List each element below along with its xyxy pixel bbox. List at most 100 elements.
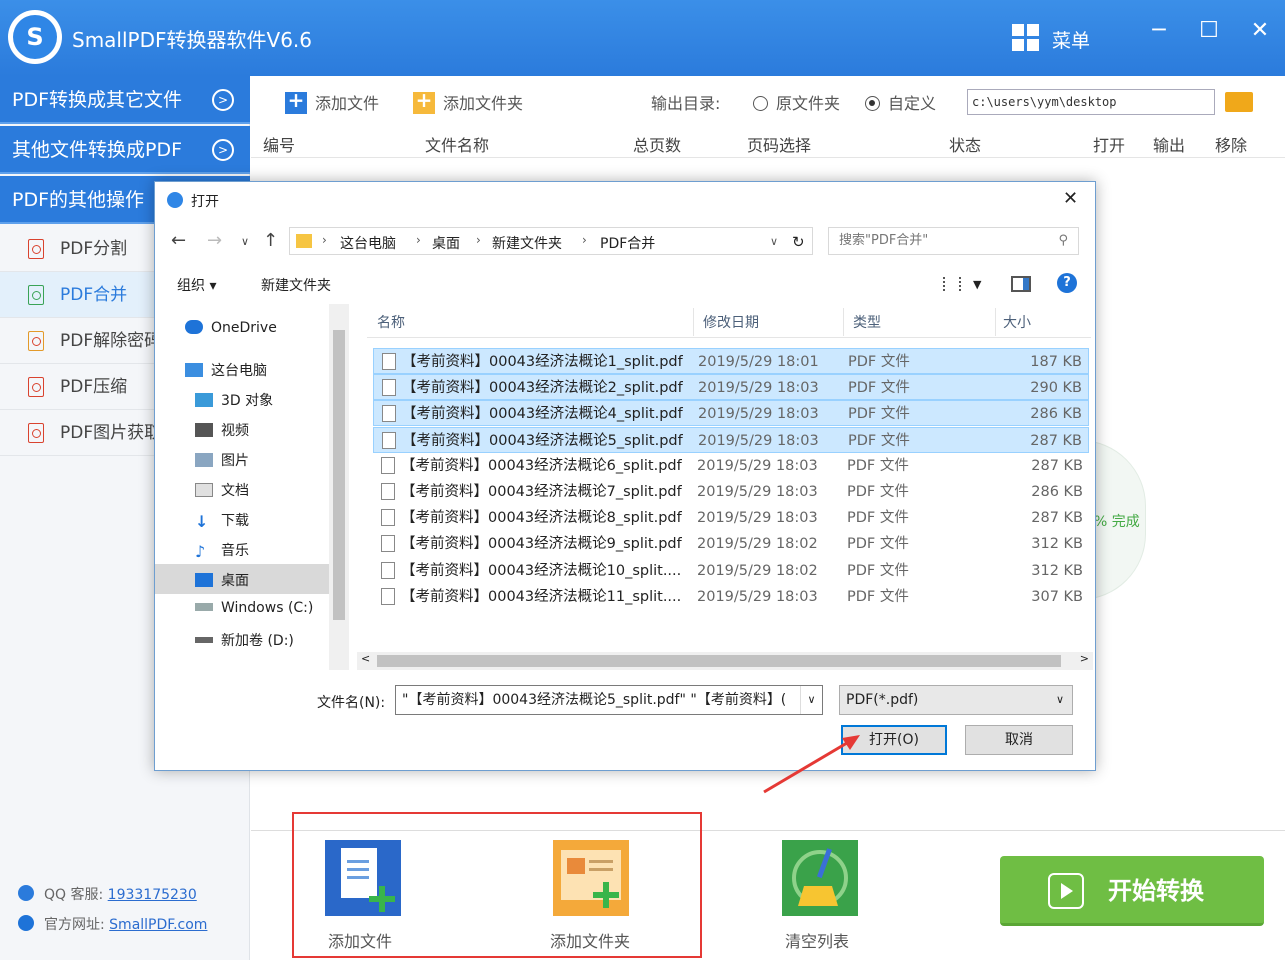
add-folder-button[interactable]: 添加文件夹: [413, 88, 523, 114]
filetype-select[interactable]: PDF(*.pdf) ∨: [839, 685, 1073, 715]
pdf-icon: [28, 331, 44, 351]
radio-original-folder[interactable]: 原文件夹: [753, 90, 840, 114]
breadcrumb-desktop[interactable]: 桌面: [432, 233, 460, 253]
filename-input[interactable]: "【考前资料】00043经济法概论5_split.pdf" "【考前资料】( ∨: [395, 685, 823, 715]
nav-videos[interactable]: 视频: [195, 420, 249, 440]
file-row[interactable]: 【考前资料】00043经济法概论5_split.pdf 2019/5/29 18:…: [373, 426, 1089, 453]
breadcrumb-pdf-merge[interactable]: PDF合并: [600, 233, 655, 253]
breadcrumb-new-folder[interactable]: 新建文件夹: [492, 233, 562, 253]
address-bar[interactable]: › 这台电脑 › 桌面 › 新建文件夹 › PDF合并 ∨ ↻: [289, 227, 813, 255]
minimize-button[interactable]: ─: [1144, 18, 1174, 43]
crumb-separator: ›: [582, 233, 587, 247]
broom-icon: [782, 840, 858, 916]
nav-label: 这台电脑: [211, 363, 267, 379]
file-row[interactable]: 【考前资料】00043经济法概论6_split.pdf 2019/5/29 18:…: [373, 453, 1089, 479]
scroll-right-icon[interactable]: >: [1080, 652, 1089, 665]
file-row[interactable]: 【考前资料】00043经济法概论8_split.pdf 2019/5/29 18:…: [373, 505, 1089, 531]
dialog-title: 打开: [191, 194, 219, 210]
qq-link[interactable]: 1933175230: [108, 887, 197, 903]
horizontal-scrollbar[interactable]: < >: [357, 652, 1093, 670]
file-size: 290 KB: [1030, 380, 1082, 397]
file-type: PDF 文件: [847, 457, 909, 474]
maximize-button[interactable]: ☐: [1194, 18, 1224, 43]
close-button[interactable]: ✕: [1245, 18, 1275, 43]
col-type[interactable]: 类型: [853, 312, 881, 332]
category-pdf-to-other[interactable]: PDF转换成其它文件 >: [0, 76, 250, 124]
view-options-icon[interactable]: [943, 277, 961, 291]
nav-drive-c[interactable]: Windows (C:): [195, 600, 313, 616]
scroll-thumb[interactable]: [333, 330, 345, 620]
file-type: PDF 文件: [847, 588, 909, 605]
up-arrow-icon[interactable]: ↑: [263, 230, 278, 251]
new-folder-button[interactable]: 新建文件夹: [261, 275, 331, 295]
nav-label: OneDrive: [211, 320, 277, 336]
organize-button[interactable]: 组织 ▾: [177, 275, 216, 295]
file-row[interactable]: 【考前资料】00043经济法概论9_split.pdf 2019/5/29 18:…: [373, 531, 1089, 557]
view-dropdown-icon[interactable]: ▼: [973, 278, 981, 291]
nav-drive-d[interactable]: 新加卷 (D:): [195, 630, 294, 650]
document-icon: [195, 483, 213, 497]
file-row[interactable]: 【考前资料】00043经济法概论4_split.pdf 2019/5/29 18:…: [373, 400, 1089, 427]
scroll-thumb[interactable]: [377, 655, 1061, 667]
nav-desktop[interactable]: 桌面: [155, 564, 329, 594]
file-row[interactable]: 【考前资料】00043经济法概论10_split.... 2019/5/29 18…: [373, 558, 1089, 584]
help-icon[interactable]: ?: [1057, 273, 1077, 293]
cancel-button[interactable]: 取消: [965, 725, 1073, 755]
col-size[interactable]: 大小: [1003, 312, 1031, 332]
back-arrow-icon[interactable]: ←: [171, 230, 186, 251]
address-dropdown-icon[interactable]: ∨: [770, 235, 778, 248]
clear-list-button[interactable]: [782, 840, 858, 916]
col-status: 状态: [949, 136, 982, 155]
history-dropdown-icon[interactable]: ∨: [241, 235, 249, 248]
file-type: PDF 文件: [847, 536, 909, 553]
sidebar-item-label: PDF图片获取: [60, 423, 162, 443]
forward-arrow-icon[interactable]: →: [207, 230, 222, 251]
navigation-scrollbar[interactable]: [329, 304, 349, 670]
file-row[interactable]: 【考前资料】00043经济法概论7_split.pdf 2019/5/29 18:…: [373, 479, 1089, 505]
nav-onedrive[interactable]: OneDrive: [185, 320, 277, 336]
menu-button[interactable]: 菜单: [1052, 26, 1090, 53]
add-file-button[interactable]: 添加文件: [285, 88, 379, 114]
file-type: PDF 文件: [848, 380, 910, 397]
breadcrumb-this-pc[interactable]: 这台电脑: [340, 233, 396, 253]
pdf-file-icon: [381, 456, 395, 474]
output-path-field[interactable]: c:\users\yym\desktop: [967, 89, 1215, 115]
pdf-file-icon: [381, 587, 395, 605]
pdf-file-icon: [381, 483, 395, 500]
file-type: PDF 文件: [847, 562, 909, 579]
nav-pictures[interactable]: 图片: [195, 450, 249, 470]
search-field[interactable]: 搜索"PDF合并" ⚲: [828, 227, 1079, 255]
radio-custom-folder[interactable]: 自定义: [865, 90, 936, 114]
file-date: 2019/5/29 18:03: [698, 406, 819, 423]
nav-downloads[interactable]: ↓ 下载: [195, 510, 249, 530]
nav-3d-objects[interactable]: 3D 对象: [195, 390, 273, 410]
category-label: PDF的其他操作: [12, 189, 145, 211]
file-size: 312 KB: [1031, 536, 1083, 553]
menu-grid-icon[interactable]: [1012, 24, 1040, 52]
nav-this-pc[interactable]: 这台电脑: [185, 360, 267, 380]
col-date-modified[interactable]: 修改日期: [703, 312, 759, 332]
file-size: 187 KB: [1030, 354, 1082, 370]
radio-label: 原文件夹: [776, 94, 841, 113]
browse-folder-icon[interactable]: [1225, 92, 1253, 112]
scroll-left-icon[interactable]: <: [361, 652, 370, 665]
col-name[interactable]: 名称: [377, 312, 405, 332]
nav-music[interactable]: ♪ 音乐: [195, 540, 249, 560]
search-placeholder: 搜索"PDF合并": [839, 233, 929, 248]
chevron-down-icon[interactable]: ∨: [800, 686, 822, 714]
play-icon: [1048, 873, 1084, 909]
file-row[interactable]: 【考前资料】00043经济法概论1_split.pdf 2019/5/29 18:…: [373, 348, 1089, 374]
nav-documents[interactable]: 文档: [195, 480, 249, 500]
preview-pane-icon[interactable]: [1011, 276, 1031, 292]
file-row[interactable]: 【考前资料】00043经济法概论11_split.... 2019/5/29 18…: [373, 584, 1089, 610]
category-label: PDF转换成其它文件: [12, 89, 183, 111]
site-link[interactable]: SmallPDF.com: [109, 917, 207, 933]
refresh-icon[interactable]: ↻: [792, 233, 805, 251]
start-convert-button[interactable]: 开始转换: [1000, 856, 1264, 926]
column-divider: [693, 308, 694, 336]
category-other-to-pdf[interactable]: 其他文件转换成PDF >: [0, 126, 250, 174]
video-icon: [195, 423, 213, 437]
dialog-close-icon[interactable]: ✕: [1063, 188, 1078, 209]
start-convert-label: 开始转换: [1108, 877, 1204, 905]
file-row[interactable]: 【考前资料】00043经济法概论2_split.pdf 2019/5/29 18:…: [373, 374, 1089, 401]
